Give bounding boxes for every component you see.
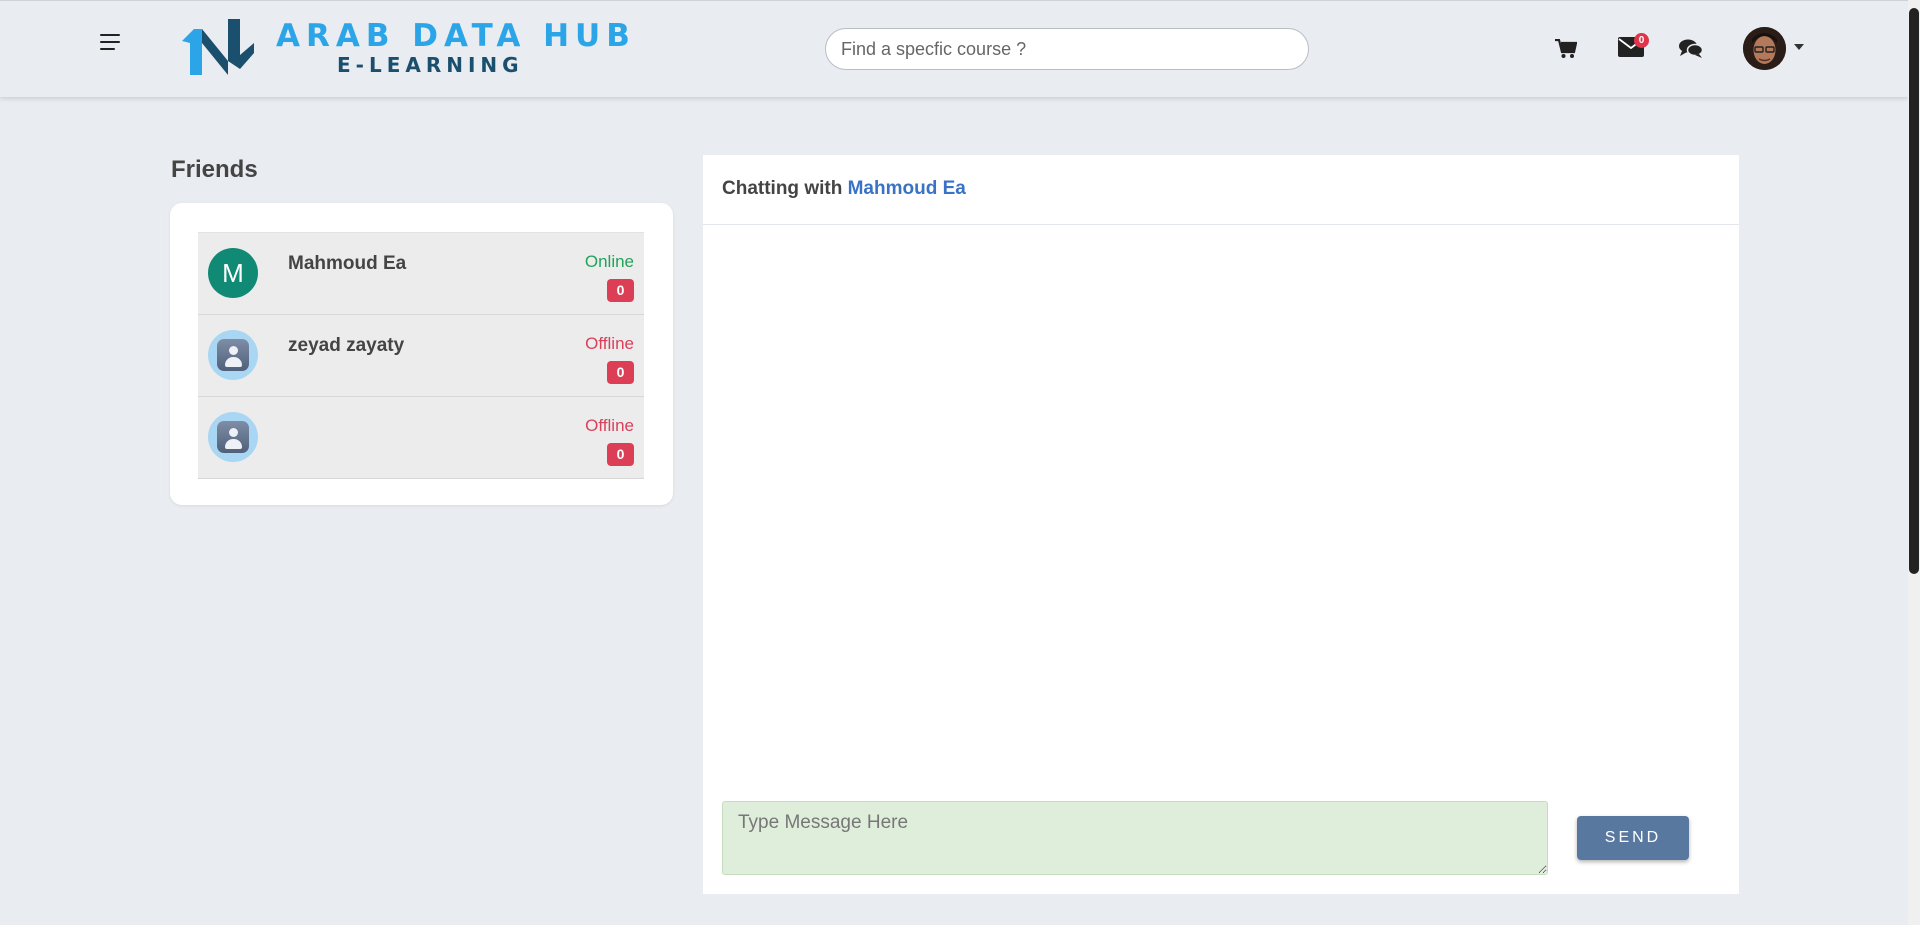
cart-icon[interactable] <box>1555 39 1577 59</box>
friends-title: Friends <box>171 156 258 183</box>
scrollbar-thumb[interactable] <box>1909 8 1919 574</box>
chat-partner-name[interactable]: Mahmoud Ea <box>848 178 966 199</box>
chat-header-prefix: Chatting with <box>722 178 843 199</box>
friend-status: Offline <box>585 334 634 353</box>
course-search-input[interactable] <box>825 28 1309 70</box>
friend-list: M Mahmoud Ea Online 0 zeyad zayaty Offli… <box>198 232 644 479</box>
top-navbar: ARAB DATA HUB E-LEARNING 0 <box>0 0 1908 97</box>
unread-count-badge: 0 <box>607 361 634 384</box>
friends-panel: M Mahmoud Ea Online 0 zeyad zayaty Offli… <box>170 203 673 505</box>
message-area <box>703 225 1739 795</box>
logo-text: ARAB DATA HUB E-LEARNING <box>276 19 636 77</box>
friend-item[interactable]: zeyad zayaty Offline 0 <box>198 315 644 397</box>
chat-header: Chatting with Mahmoud Ea <box>703 155 1739 225</box>
friend-item[interactable]: Offline 0 <box>198 397 644 479</box>
friend-name: zeyad zayaty <box>288 335 405 356</box>
page-scrollbar[interactable] <box>1908 0 1920 925</box>
user-avatar[interactable] <box>1743 27 1786 70</box>
logo-mark-icon <box>182 19 254 75</box>
unread-count-badge: 0 <box>607 443 634 466</box>
logo-title: ARAB DATA HUB <box>276 18 636 54</box>
chat-icon[interactable] <box>1679 39 1703 59</box>
friend-item[interactable]: M Mahmoud Ea Online 0 <box>198 232 644 315</box>
message-input[interactable] <box>722 801 1548 875</box>
chevron-down-icon[interactable] <box>1794 44 1804 50</box>
friend-status: Offline <box>585 416 634 435</box>
menu-icon[interactable] <box>100 33 124 53</box>
friend-name: Mahmoud Ea <box>288 253 407 274</box>
friend-status: Online <box>584 252 634 271</box>
send-button[interactable]: SEND <box>1577 816 1689 860</box>
generic-user-icon <box>208 412 258 462</box>
chat-panel: Chatting with Mahmoud Ea SEND <box>703 155 1739 894</box>
logo-subtitle: E-LEARNING <box>337 53 524 77</box>
unread-count-badge: 0 <box>607 279 634 302</box>
friend-avatar: M <box>208 248 258 298</box>
avatar-photo-icon <box>1743 27 1786 70</box>
generic-user-icon <box>208 330 258 380</box>
mail-badge: 0 <box>1634 33 1649 48</box>
